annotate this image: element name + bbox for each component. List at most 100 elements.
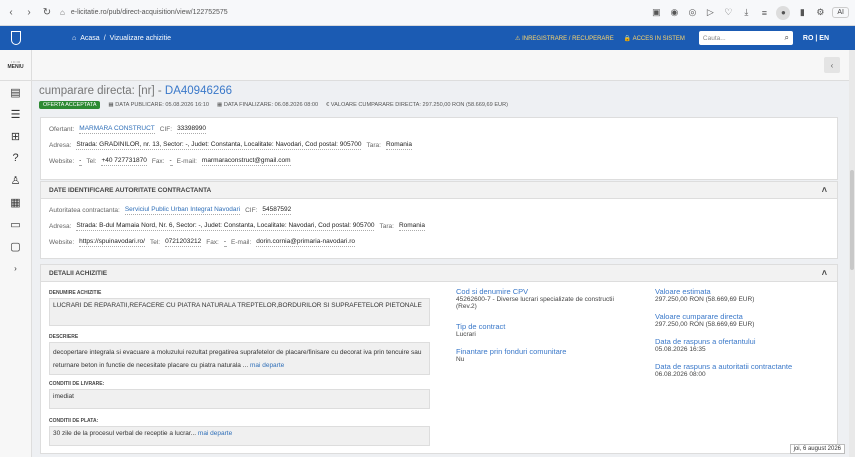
authority-web: https://spuinavodari.ro/ (79, 238, 145, 247)
plata-more-link[interactable]: mai departe (198, 430, 232, 437)
authority-address-label: Adresa: (49, 223, 72, 230)
chat-icon[interactable]: ▢ (0, 235, 31, 257)
shield-icon[interactable]: ◎ (686, 7, 698, 19)
plata-value: 30 zile de la procesul verbal de recepti… (49, 426, 430, 446)
publish-date-text: DATA PUBLICARE: 05.08.2026 16:10 (115, 102, 209, 108)
plata-label: CONDITII DE PLATA: (49, 418, 99, 424)
authority-name[interactable]: Serviciul Public Urban Integrat Navodari (124, 206, 241, 215)
date-tooltip: joi, 6 august 2026 (789, 444, 845, 454)
authority-country: Romania (398, 222, 425, 231)
logo-icon[interactable] (0, 26, 32, 50)
address-bar[interactable]: ⌂ e-licitatie.ro/pub/direct-acquisition/v… (60, 4, 650, 22)
authority-header[interactable]: DATE IDENTIFICARE AUTORITATE CONTRACTANT… (41, 182, 837, 199)
descriere-text: decopertare integrala si evacuare a molu… (53, 349, 422, 369)
users-icon[interactable]: ♙ (0, 169, 31, 191)
authority-contact-row: Website: https://spuinavodari.ro/Tel: 0721… (49, 238, 356, 247)
funding-title: Finantare prin fonduri comunitare (456, 347, 567, 356)
details-heading: DETALII ACHIZITIE (49, 269, 108, 277)
descriere-more-link[interactable]: mai departe (250, 362, 284, 369)
authority-tel: 0721203212 (165, 238, 202, 247)
menu-button[interactable]: • •• ••• MENIU (0, 50, 31, 81)
authority-tel-label: Tel: (149, 239, 161, 246)
briefcase-icon[interactable]: ⊞ (0, 125, 31, 147)
search-placeholder: Cauta... (702, 34, 726, 42)
menu-icon[interactable]: ≡ (758, 7, 770, 19)
details-card: DETALII ACHIZITIE ˄ DENUMIRE ACHIZITIE LU… (40, 264, 838, 454)
play-icon[interactable]: ▷ (704, 7, 716, 19)
denumire-value: LUCRARI DE REPARATII,REFACERE CU PIATRA … (49, 298, 430, 326)
offerer-address-row: Adresa: Strada: GRADINILOR, nr. 13, Secto… (49, 141, 412, 150)
direct-value-amount: 297.250,00 RON (58.669,69 EUR) (655, 321, 755, 328)
login-link[interactable]: 🔒 ACCES IN SISTEM (624, 35, 685, 42)
scrollbar-thumb[interactable] (850, 170, 854, 270)
estimated-value: 297.250,00 RON (58.669,69 EUR) (655, 296, 755, 303)
page-header: cumparare directa: [nr] - DA40946266 OFE… (32, 81, 855, 113)
breadcrumb-current: Vizualizare achizitie (109, 34, 172, 42)
back-icon[interactable]: ‹ (4, 6, 18, 20)
estimated-value-title: Valoare estimata (655, 287, 711, 296)
search-input[interactable]: Cauta... ⌕ (698, 31, 793, 45)
offerer-cif: 33398990 (177, 125, 206, 134)
denumire-label: DENUMIRE ACHIZITIE (49, 290, 102, 296)
screenshot-icon[interactable]: ▣ (650, 7, 662, 19)
offerer-country-label: Tara: (366, 142, 381, 149)
home-icon[interactable]: ⌂ (72, 35, 76, 42)
document-icon[interactable]: ▤ (0, 81, 31, 103)
offerer-email-label: E-mail: (176, 158, 197, 165)
login-label: ACCES IN SISTEM (632, 35, 685, 42)
chevron-up-icon[interactable]: ˄ (822, 268, 827, 278)
monitor-icon[interactable]: ▭ (0, 213, 31, 235)
final-date: ▦ DATA FINALIZARE: 06.08.2026 08:00 (216, 102, 319, 108)
menu-label: MENIU (7, 64, 24, 70)
avatar[interactable]: ● (776, 5, 791, 20)
details-header[interactable]: DETALII ACHIZITIE ˄ (41, 265, 837, 282)
settings-icon[interactable]: ⚙ (814, 7, 826, 19)
breadcrumb-home[interactable]: Acasa (80, 35, 99, 42)
title-code: DA40946266 (164, 85, 233, 97)
extension-icon[interactable]: ▮ (796, 7, 808, 19)
contract-type-title: Tip de contract (456, 322, 506, 331)
site-header: ⌂ Acasa / Vizualizare achizitie ⚠ INREGI… (0, 26, 855, 50)
offerer-web-label: Website: (49, 158, 75, 165)
forward-icon[interactable]: › (22, 6, 36, 20)
subheader: ‹ (32, 50, 855, 81)
offerer-cif-label: CIF: (159, 126, 173, 133)
download-icon[interactable]: ⤓ (740, 7, 752, 19)
scrollbar[interactable] (849, 50, 855, 457)
collapse-button[interactable]: ‹ (824, 57, 840, 73)
help-icon[interactable]: ? (0, 147, 31, 169)
register-link[interactable]: ⚠ INREGISTRARE / RECUPERARE (515, 35, 614, 42)
offerer-row: Ofertant: MARMARA CONSTRUCT CIF: 33398990 (49, 125, 206, 134)
search-icon[interactable]: ⌕ (784, 33, 788, 43)
offer-response-title: Data de raspuns a ofertantului (655, 337, 756, 346)
language-switch[interactable]: RO | EN (803, 35, 829, 42)
authority-response-date: 06.08.2026 08:00 (655, 371, 706, 378)
id-card-icon[interactable]: ▦ (0, 191, 31, 213)
camera-icon[interactable]: ◉ (668, 7, 680, 19)
expand-icon[interactable]: › (0, 257, 31, 279)
offerer-name[interactable]: MARMARA CONSTRUCT (79, 125, 155, 134)
page-title: cumparare directa: [nr] - DA40946266 (39, 85, 232, 97)
offerer-web: - (79, 157, 82, 166)
offer-response-block: Data de raspuns a ofertantului 05.08.2026… (655, 337, 755, 353)
descriere-label: DESCRIERE (49, 334, 79, 340)
offerer-email: marmaraconstruct@gmail.com (201, 157, 291, 166)
contract-type-block: Tip de contract Lucrari (456, 322, 505, 338)
heart-icon[interactable]: ♡ (722, 7, 734, 19)
offerer-address-label: Adresa: (49, 142, 72, 149)
cpv-title: Cod si denumire CPV (456, 287, 529, 296)
plata-text: 30 zile de la procesul verbal de recepti… (53, 430, 197, 437)
reload-icon[interactable]: ↻ (40, 6, 54, 20)
final-date-text: DATA FINALIZARE: 06.08.2026 08:00 (223, 102, 319, 108)
offerer-tel: +40 727731870 (101, 157, 147, 166)
authority-cif-label: CIF: (245, 207, 258, 214)
offerer-tel-label: Tel: (86, 158, 97, 165)
contract-type-value: Lucrari (456, 331, 476, 338)
descriere-value: decopertare integrala si evacuare a molu… (49, 342, 430, 375)
chevron-up-icon[interactable]: ˄ (822, 185, 827, 195)
list-icon[interactable]: ☰ (0, 103, 31, 125)
offerer-address: Strada: GRADINILOR, nr. 13, Sector: -, J… (76, 141, 362, 150)
ai-button[interactable]: AI (832, 7, 849, 18)
offerer-contact-row: Website: - Tel: +40 727731870 Fax: - E-mail: ma… (49, 157, 291, 166)
livrare-value: imediat (49, 389, 430, 409)
